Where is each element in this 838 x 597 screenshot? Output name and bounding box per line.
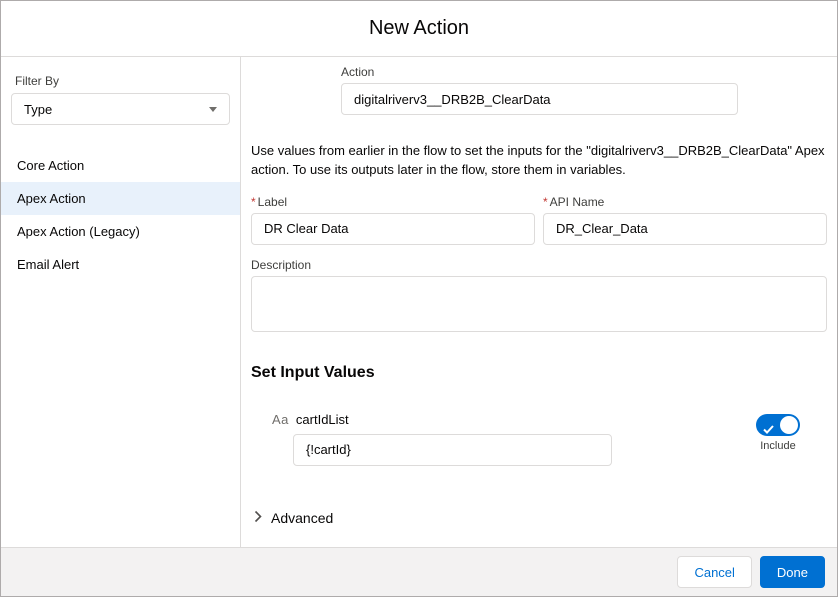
filter-by-label: Filter By bbox=[15, 74, 60, 88]
sidebar-item-email-alert[interactable]: Email Alert bbox=[1, 248, 240, 281]
action-input[interactable] bbox=[341, 83, 738, 115]
sidebar-item-label: Email Alert bbox=[17, 257, 80, 272]
label-input[interactable] bbox=[251, 212, 535, 245]
intro-text: Use values from earlier in the flow to s… bbox=[251, 143, 825, 177]
description-field-label: Description bbox=[251, 257, 312, 272]
sidebar-item-label: Apex Action (Legacy) bbox=[17, 224, 140, 239]
chevron-right-icon bbox=[254, 510, 262, 526]
cart-id-input[interactable] bbox=[293, 433, 612, 466]
api-name-field-label-text: API Name bbox=[549, 194, 605, 209]
include-toggle[interactable] bbox=[756, 413, 800, 439]
sidebar: Filter By Type Core Action Apex Action A… bbox=[1, 57, 241, 547]
done-button[interactable]: Done bbox=[759, 556, 825, 588]
api-name-field-label: * API Name bbox=[543, 195, 827, 209]
text-type-icon: Aa bbox=[272, 411, 289, 427]
action-field-group: Action bbox=[341, 65, 738, 115]
sidebar-item-apex-action-legacy[interactable]: Apex Action (Legacy) bbox=[1, 215, 240, 248]
advanced-label: Advanced bbox=[271, 509, 334, 526]
cart-id-param-row: Aa cartIdList Include bbox=[251, 412, 827, 466]
api-name-input[interactable] bbox=[543, 212, 827, 245]
sidebar-item-core-action[interactable]: Core Action bbox=[1, 149, 240, 182]
cancel-button[interactable]: Cancel bbox=[677, 556, 752, 588]
new-action-modal: New Action Filter By Type Core Action Ap… bbox=[0, 0, 838, 597]
sidebar-item-label: Apex Action bbox=[17, 191, 86, 206]
include-toggle-label: Include bbox=[760, 439, 796, 452]
label-field-label-text: Label bbox=[257, 194, 288, 209]
action-field-label: Action bbox=[341, 65, 375, 79]
include-toggle-group: Include bbox=[756, 413, 800, 452]
modal-title: New Action bbox=[368, 17, 470, 39]
advanced-expander[interactable]: Advanced bbox=[254, 510, 827, 526]
required-marker: * bbox=[251, 194, 256, 209]
cart-id-input-wrap bbox=[293, 433, 612, 466]
set-input-values-heading: Set Input Values bbox=[251, 363, 375, 381]
label-field-group: * Label bbox=[251, 195, 535, 245]
cart-id-param-label: cartIdList bbox=[295, 411, 349, 427]
api-name-field-group: * API Name bbox=[543, 195, 827, 245]
cart-id-param-head: Aa cartIdList bbox=[272, 412, 612, 427]
modal-body: Filter By Type Core Action Apex Action A… bbox=[1, 57, 837, 547]
chevron-down-icon bbox=[209, 106, 217, 112]
cart-id-param-group: Aa cartIdList bbox=[251, 412, 612, 466]
sidebar-item-label: Core Action bbox=[17, 158, 85, 173]
type-dropdown-value: Type bbox=[24, 101, 53, 117]
modal-content: Action Use values from earlier in the fl… bbox=[241, 57, 837, 547]
type-filter-dropdown[interactable]: Type bbox=[11, 93, 230, 125]
description-textarea[interactable] bbox=[251, 275, 827, 332]
label-apiname-row: *Label *API Name bbox=[251, 195, 827, 245]
sidebar-item-apex-action[interactable]: Apex Action bbox=[1, 182, 240, 215]
description-field-group: Description bbox=[251, 258, 827, 337]
action-type-list: Core Action Apex Action Apex Action (Leg… bbox=[1, 149, 240, 281]
check-icon bbox=[763, 421, 774, 439]
required-marker: * bbox=[543, 194, 548, 209]
modal-header: New Action bbox=[1, 1, 837, 57]
label-field-label: * Label bbox=[251, 195, 535, 209]
toggle-knob bbox=[780, 415, 798, 434]
modal-footer: Cancel Done bbox=[1, 547, 837, 596]
